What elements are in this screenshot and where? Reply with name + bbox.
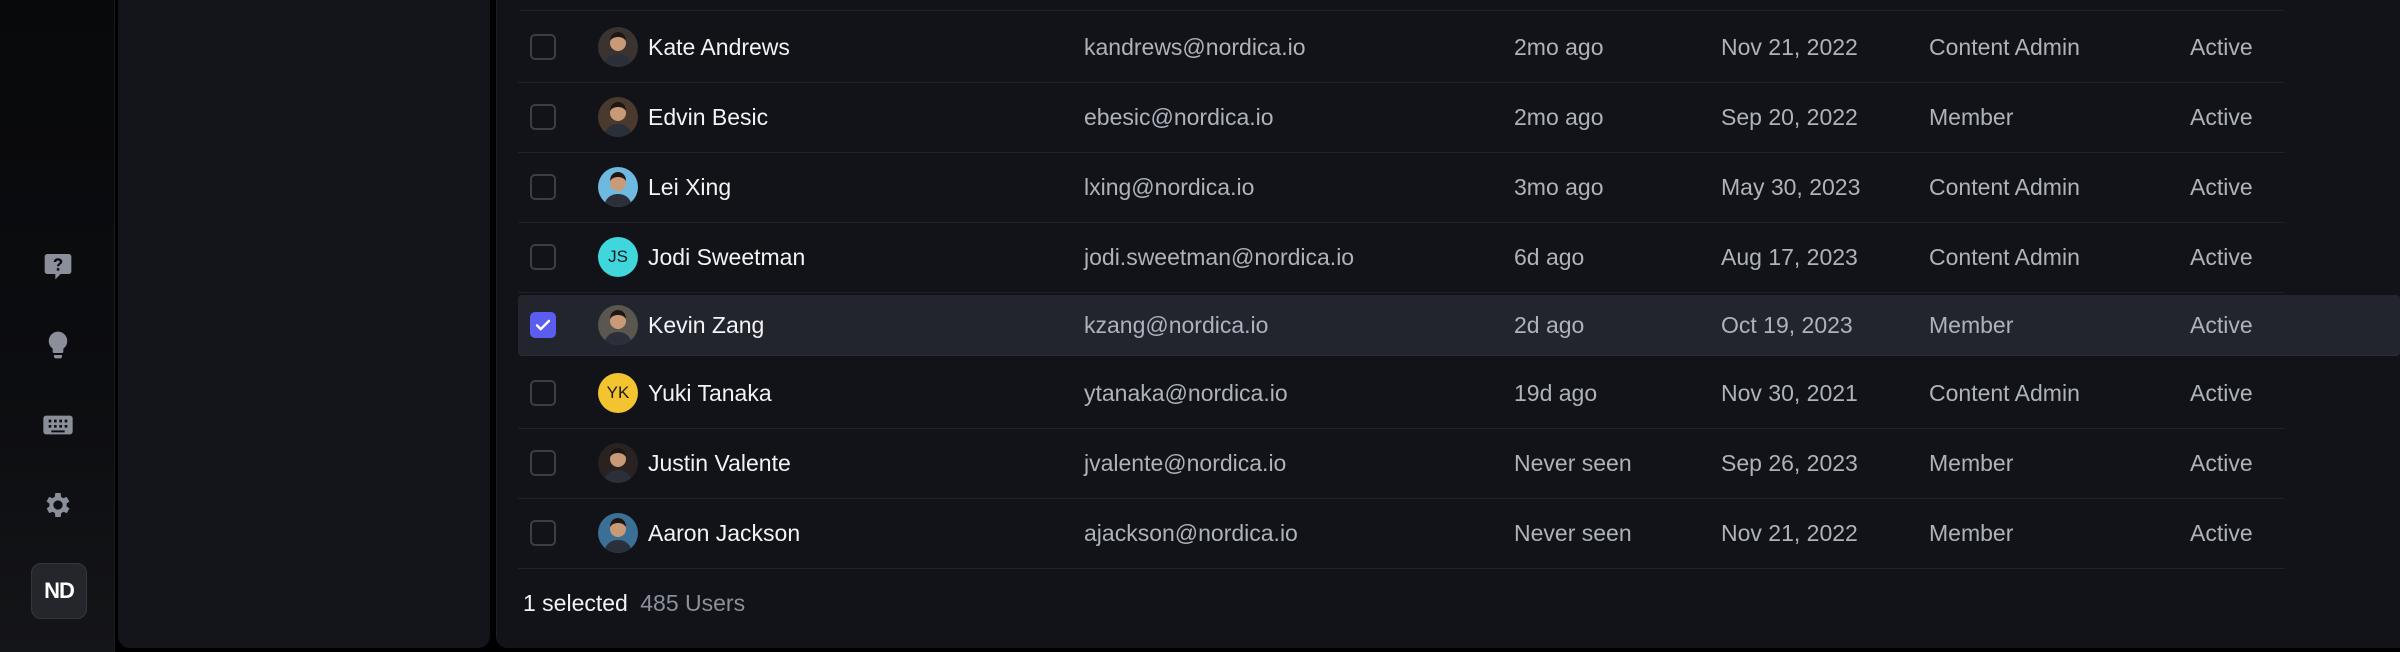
- help-icon[interactable]: [34, 242, 82, 290]
- divider: [520, 10, 2285, 11]
- avatar: [598, 513, 638, 553]
- table-row[interactable]: JS Jodi Sweetman jodi.sweetman@nordica.io 6…: [518, 222, 2285, 293]
- person-photo-icon: [604, 310, 632, 345]
- user-name[interactable]: Kevin Zang: [648, 312, 764, 339]
- person-photo-icon: [604, 32, 632, 67]
- user-role: Member: [1929, 103, 2014, 130]
- user-name[interactable]: Edvin Besic: [648, 104, 768, 131]
- person-photo-icon: [604, 448, 632, 483]
- row-checkbox[interactable]: [530, 174, 556, 200]
- user-name[interactable]: Justin Valente: [648, 450, 791, 477]
- user-name[interactable]: Yuki Tanaka: [648, 380, 772, 407]
- user-role: Content Admin: [1929, 243, 2080, 270]
- user-status: Active: [2190, 33, 2253, 60]
- row-checkbox[interactable]: [530, 244, 556, 270]
- joined-date: Sep 20, 2022: [1721, 103, 1858, 130]
- last-seen: 2mo ago: [1514, 33, 1604, 60]
- avatar-initials: YK: [606, 383, 630, 402]
- user-status: Active: [2190, 379, 2253, 406]
- user-name[interactable]: Aaron Jackson: [648, 520, 800, 547]
- user-name[interactable]: Kate Andrews: [648, 34, 790, 61]
- last-seen: 3mo ago: [1514, 173, 1604, 200]
- table-row[interactable]: Edvin Besic ebesic@nordica.io 2mo ago Sep 2…: [518, 82, 2285, 153]
- avatar: [598, 167, 638, 207]
- last-seen: Never seen: [1514, 449, 1632, 476]
- user-role: Content Admin: [1929, 173, 2080, 200]
- avatar: [598, 443, 638, 483]
- avatar: [598, 305, 638, 345]
- user-role: Content Admin: [1929, 379, 2080, 406]
- joined-date: Sep 26, 2023: [1721, 449, 1858, 476]
- joined-date: Nov 21, 2022: [1721, 33, 1858, 60]
- user-email: ajackson@nordica.io: [1084, 519, 1298, 546]
- user-status: Active: [2190, 243, 2253, 270]
- table-row[interactable]: Lei Xing lxing@nordica.io 3mo ago May 30, 2…: [518, 152, 2285, 223]
- person-photo-icon: [604, 102, 632, 137]
- user-name[interactable]: Jodi Sweetman: [648, 244, 805, 271]
- avatar: [598, 27, 638, 67]
- total-users-count: 485 Users: [640, 590, 746, 616]
- user-status: Active: [2190, 173, 2253, 200]
- table-row[interactable]: Justin Valente jvalente@nordica.io Never s…: [518, 428, 2285, 499]
- check-icon: [535, 319, 551, 331]
- person-photo-icon: [604, 518, 632, 553]
- avatar: [598, 97, 638, 137]
- table-row[interactable]: Kevin Zang kzang@nordica.io 2d ago Oct 19, …: [518, 295, 2400, 356]
- keyboard-icon[interactable]: [34, 401, 82, 449]
- user-email: ytanaka@nordica.io: [1084, 379, 1288, 406]
- user-status: Active: [2190, 103, 2253, 130]
- user-email: ebesic@nordica.io: [1084, 103, 1274, 130]
- last-seen: 19d ago: [1514, 379, 1598, 406]
- sidebar: [118, 0, 490, 648]
- joined-date: Nov 21, 2022: [1721, 519, 1858, 546]
- user-role: Member: [1929, 311, 2014, 338]
- joined-date: Aug 17, 2023: [1721, 243, 1858, 270]
- user-email: jvalente@nordica.io: [1084, 449, 1287, 476]
- row-checkbox[interactable]: [530, 520, 556, 546]
- table-row[interactable]: YK Yuki Tanaka ytanaka@nordica.io 19d ago No…: [518, 358, 2285, 429]
- last-seen: 2d ago: [1514, 311, 1585, 338]
- user-role: Member: [1929, 519, 2014, 546]
- avatar: YK: [598, 373, 638, 413]
- avatar-initials: JS: [608, 247, 628, 266]
- joined-date: May 30, 2023: [1721, 173, 1861, 200]
- user-email: jodi.sweetman@nordica.io: [1084, 243, 1355, 270]
- selected-count: 1 selected: [523, 590, 628, 616]
- lightbulb-icon[interactable]: [34, 321, 82, 369]
- user-email: kandrews@nordica.io: [1084, 33, 1306, 60]
- workspace-logo[interactable]: ND: [31, 563, 87, 619]
- last-seen: 2mo ago: [1514, 103, 1604, 130]
- selection-footer: 1 selected 485 Users: [523, 590, 745, 617]
- user-status: Active: [2190, 449, 2253, 476]
- joined-date: Oct 19, 2023: [1721, 311, 1853, 338]
- table-row[interactable]: Kate Andrews kandrews@nordica.io 2mo ago No…: [518, 12, 2285, 83]
- row-checkbox[interactable]: [530, 380, 556, 406]
- user-email: lxing@nordica.io: [1084, 173, 1255, 200]
- person-photo-icon: [604, 172, 632, 207]
- user-role: Content Admin: [1929, 33, 2080, 60]
- row-checkbox[interactable]: [530, 450, 556, 476]
- last-seen: Never seen: [1514, 519, 1632, 546]
- gear-icon[interactable]: [34, 481, 82, 529]
- row-checkbox[interactable]: [530, 312, 556, 338]
- user-status: Active: [2190, 519, 2253, 546]
- row-checkbox[interactable]: [530, 104, 556, 130]
- row-checkbox[interactable]: [530, 34, 556, 60]
- user-email: kzang@nordica.io: [1084, 311, 1269, 338]
- user-status: Active: [2190, 311, 2253, 338]
- table-row[interactable]: Aaron Jackson ajackson@nordica.io Never se…: [518, 498, 2285, 569]
- icon-rail: ND: [0, 0, 115, 652]
- user-role: Member: [1929, 449, 2014, 476]
- avatar: JS: [598, 237, 638, 277]
- last-seen: 6d ago: [1514, 243, 1585, 270]
- joined-date: Nov 30, 2021: [1721, 379, 1858, 406]
- user-name[interactable]: Lei Xing: [648, 174, 731, 201]
